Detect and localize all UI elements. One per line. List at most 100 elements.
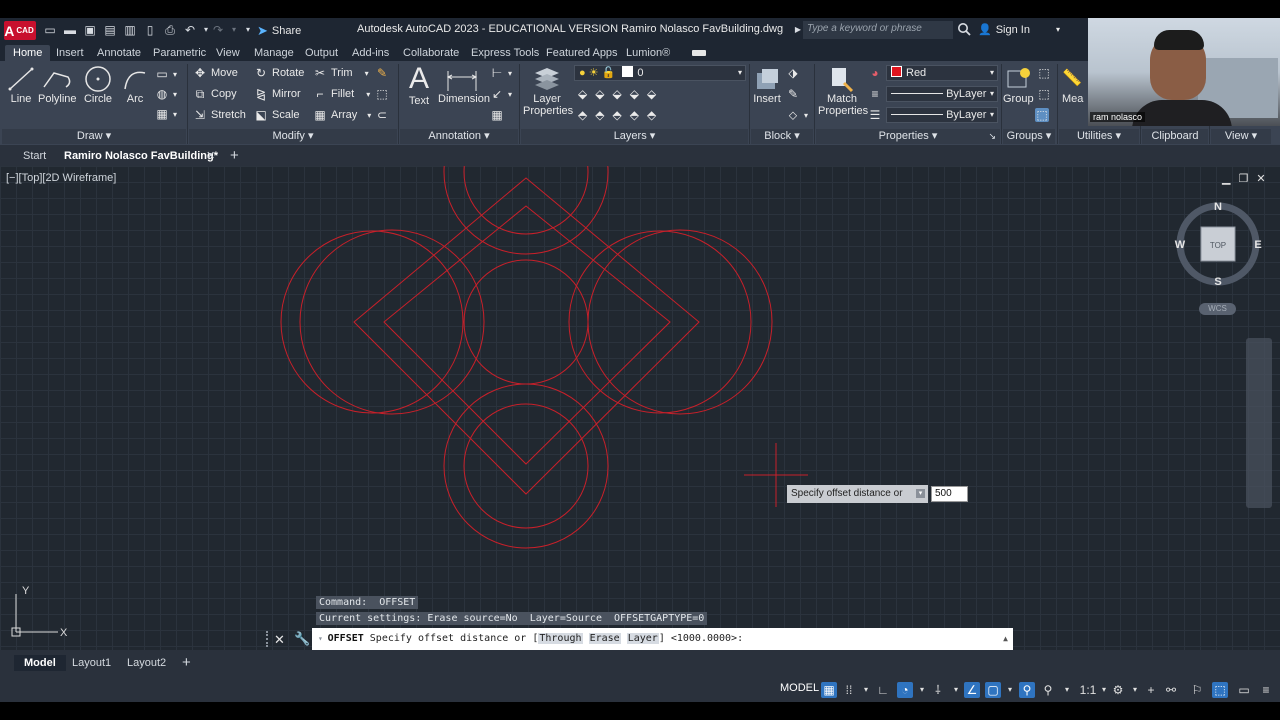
redo-icon[interactable]: ↷ <box>210 22 226 38</box>
tab-express-tools[interactable]: Express Tools <box>471 45 539 61</box>
tab-layout2[interactable]: Layout2 <box>127 657 166 669</box>
group-edit-button[interactable]: ⬚ <box>1037 87 1051 101</box>
view-panel-title[interactable]: View ▾ <box>1211 129 1271 144</box>
circle-left-outer[interactable] <box>280 230 464 414</box>
measure-button[interactable]: 📏 Mea <box>1062 65 1088 105</box>
sign-in-button[interactable]: 👤 Sign In ▾ <box>978 23 1060 37</box>
object-snap-icon[interactable]: ▢ <box>985 682 1001 698</box>
tab-active-drawing[interactable]: Ramiro Nolasco FavBuilding* <box>64 148 218 164</box>
annotation-visibility-icon[interactable]: ⚲ <box>1019 682 1035 698</box>
linetype-dropdown[interactable]: ByLayer ▾ <box>886 86 998 102</box>
annotation-scale[interactable]: 1:1 <box>1078 682 1098 698</box>
ortho-mode-icon[interactable]: ∟ <box>875 682 891 698</box>
tab-output[interactable]: Output <box>305 45 338 61</box>
restore-icon[interactable]: ❐ <box>1238 172 1248 185</box>
insert-block-button[interactable]: Insert <box>752 65 782 105</box>
panel-launcher-icon[interactable]: ↘ <box>988 129 996 144</box>
tab-annotate[interactable]: Annotate <box>97 45 141 61</box>
draw-panel-title[interactable]: Draw ▾ <box>2 129 186 144</box>
compass-south[interactable]: S <box>1214 276 1221 288</box>
save-icon[interactable]: ▣ <box>82 22 98 38</box>
signin-dropdown-icon[interactable]: ▾ <box>1056 25 1060 34</box>
layer-tools-row-2[interactable]: ⬘ ⬘ ⬘ ⬘ ⬘ <box>578 108 656 122</box>
layer-dropdown[interactable]: ● ☀ 🔓 0 ▾ <box>574 65 746 81</box>
gradient-button[interactable]: ▦ ▾ <box>155 107 177 121</box>
circle-left-inner[interactable] <box>299 229 485 415</box>
group-selection-toggle[interactable]: ⬚ <box>1035 108 1049 122</box>
isodraft-dropdown-icon[interactable]: ▾ <box>948 682 964 698</box>
isodraft-icon[interactable]: ⸸ <box>930 682 946 698</box>
option-layer[interactable]: Layer <box>626 633 659 644</box>
array-button[interactable]: ▦ Array ▾ <box>313 108 371 122</box>
tab-featured-apps[interactable]: Featured Apps <box>546 45 618 61</box>
dimension-button[interactable]: Dimension <box>438 65 490 105</box>
tab-layout1[interactable]: Layout1 <box>72 657 111 669</box>
text-button[interactable]: A Text <box>404 63 434 108</box>
erase-button[interactable]: ✎ <box>375 66 389 80</box>
explode-button[interactable]: ⬚ <box>375 87 389 101</box>
close-command-line-icon[interactable]: ✕ <box>274 632 285 648</box>
viewcube-top-face[interactable]: TOP <box>1210 241 1226 250</box>
copy-button[interactable]: ⧉ Copy <box>193 87 237 101</box>
fillet-button[interactable]: ⌐ Fillet ▾ <box>313 87 370 101</box>
stretch-button[interactable]: ⇲ Stretch <box>193 108 246 122</box>
compass-north[interactable]: N <box>1214 201 1222 213</box>
rectangle-button[interactable]: ▭ ▾ <box>155 67 177 81</box>
option-erase[interactable]: Erase <box>588 633 621 644</box>
snap-dropdown-icon[interactable]: ▾ <box>858 682 874 698</box>
tab-manage[interactable]: Manage <box>254 45 294 61</box>
workspace-gear-icon[interactable]: ⚙ <box>1110 682 1126 698</box>
customize-status-bar-icon[interactable]: ≡ <box>1258 682 1274 698</box>
diamond-outer[interactable] <box>353 177 700 495</box>
polar-tracking-icon[interactable]: ◔ <box>897 682 913 698</box>
autoscale-dropdown-icon[interactable]: ▾ <box>1059 682 1075 698</box>
units-icon[interactable]: ⚯ <box>1163 682 1179 698</box>
drawing-area[interactable]: [−][Top][2D Wireframe] ▁ ❐ ✕ TOP N S E W… <box>0 166 1280 650</box>
ungroup-button[interactable]: ⬚ <box>1037 66 1051 80</box>
application-menu-button[interactable]: A CAD <box>4 21 36 40</box>
circle-button[interactable]: Circle <box>82 65 114 105</box>
compass-east[interactable]: E <box>1254 239 1261 251</box>
autoscale-icon[interactable]: ⚲ <box>1040 682 1056 698</box>
block-attribute-button[interactable]: ⬦ ▾ <box>786 108 808 122</box>
search-icon[interactable] <box>957 22 971 36</box>
tab-add-ins[interactable]: Add-ins <box>352 45 389 61</box>
color-dropdown[interactable]: Red ▾ <box>886 65 998 81</box>
clipboard-panel-title[interactable]: Clipboard <box>1142 129 1208 144</box>
color-wheel-icon[interactable]: ◕ <box>868 66 882 80</box>
annotation-monitor-icon[interactable]: + <box>1143 682 1159 698</box>
navigation-bar[interactable] <box>1246 338 1272 508</box>
table-button[interactable]: ▦ <box>490 108 504 122</box>
annotation-panel-title[interactable]: Annotation ▾ <box>400 129 518 144</box>
offset-button[interactable]: ⊂ <box>375 108 389 122</box>
hatch-button[interactable]: ◍ ▾ <box>155 87 177 101</box>
isolate-objects-icon[interactable]: ▭ <box>1236 682 1252 698</box>
dynamic-input-value[interactable]: 500 <box>931 486 968 502</box>
match-properties-button[interactable]: Match Properties <box>818 65 868 117</box>
tab-view[interactable]: View <box>216 45 240 61</box>
modify-panel-title[interactable]: Modify ▾ <box>189 129 397 144</box>
mirror-button[interactable]: ⧎ Mirror <box>254 87 301 101</box>
customize-qat-icon[interactable]: ▾ <box>240 22 256 38</box>
compass-west[interactable]: W <box>1175 239 1186 251</box>
sheet-set-icon[interactable]: ▯ <box>142 22 158 38</box>
wcs-menu[interactable]: WCS <box>1199 303 1236 315</box>
create-block-button[interactable]: ⬗ <box>786 66 800 80</box>
close-icon[interactable]: ✕ <box>1256 172 1265 185</box>
command-history-toggle-icon[interactable]: ▲ <box>1003 628 1008 650</box>
search-input[interactable]: Type a keyword or phrase <box>803 21 953 39</box>
layer-properties-button[interactable]: Layer Properties <box>523 65 573 117</box>
ribbon-minimize-icon[interactable] <box>692 50 706 56</box>
diamond-inner[interactable] <box>383 205 671 465</box>
tab-start[interactable]: Start <box>23 148 46 164</box>
object-snap-tracking-icon[interactable]: ∠ <box>964 682 980 698</box>
leader-button[interactable]: ⊢ ▾ <box>490 66 512 80</box>
osnap-dropdown-icon[interactable]: ▾ <box>1002 682 1018 698</box>
tab-home[interactable]: Home <box>5 45 51 61</box>
group-button[interactable]: Group <box>1003 65 1034 105</box>
groups-panel-title[interactable]: Groups ▾ <box>1003 129 1055 144</box>
undo-icon[interactable]: ↶ <box>182 22 198 38</box>
tab-lumion[interactable]: Lumion® <box>626 45 670 61</box>
layers-panel-title[interactable]: Layers ▾ <box>521 129 748 144</box>
minimize-icon[interactable]: ▁ <box>1222 172 1230 185</box>
